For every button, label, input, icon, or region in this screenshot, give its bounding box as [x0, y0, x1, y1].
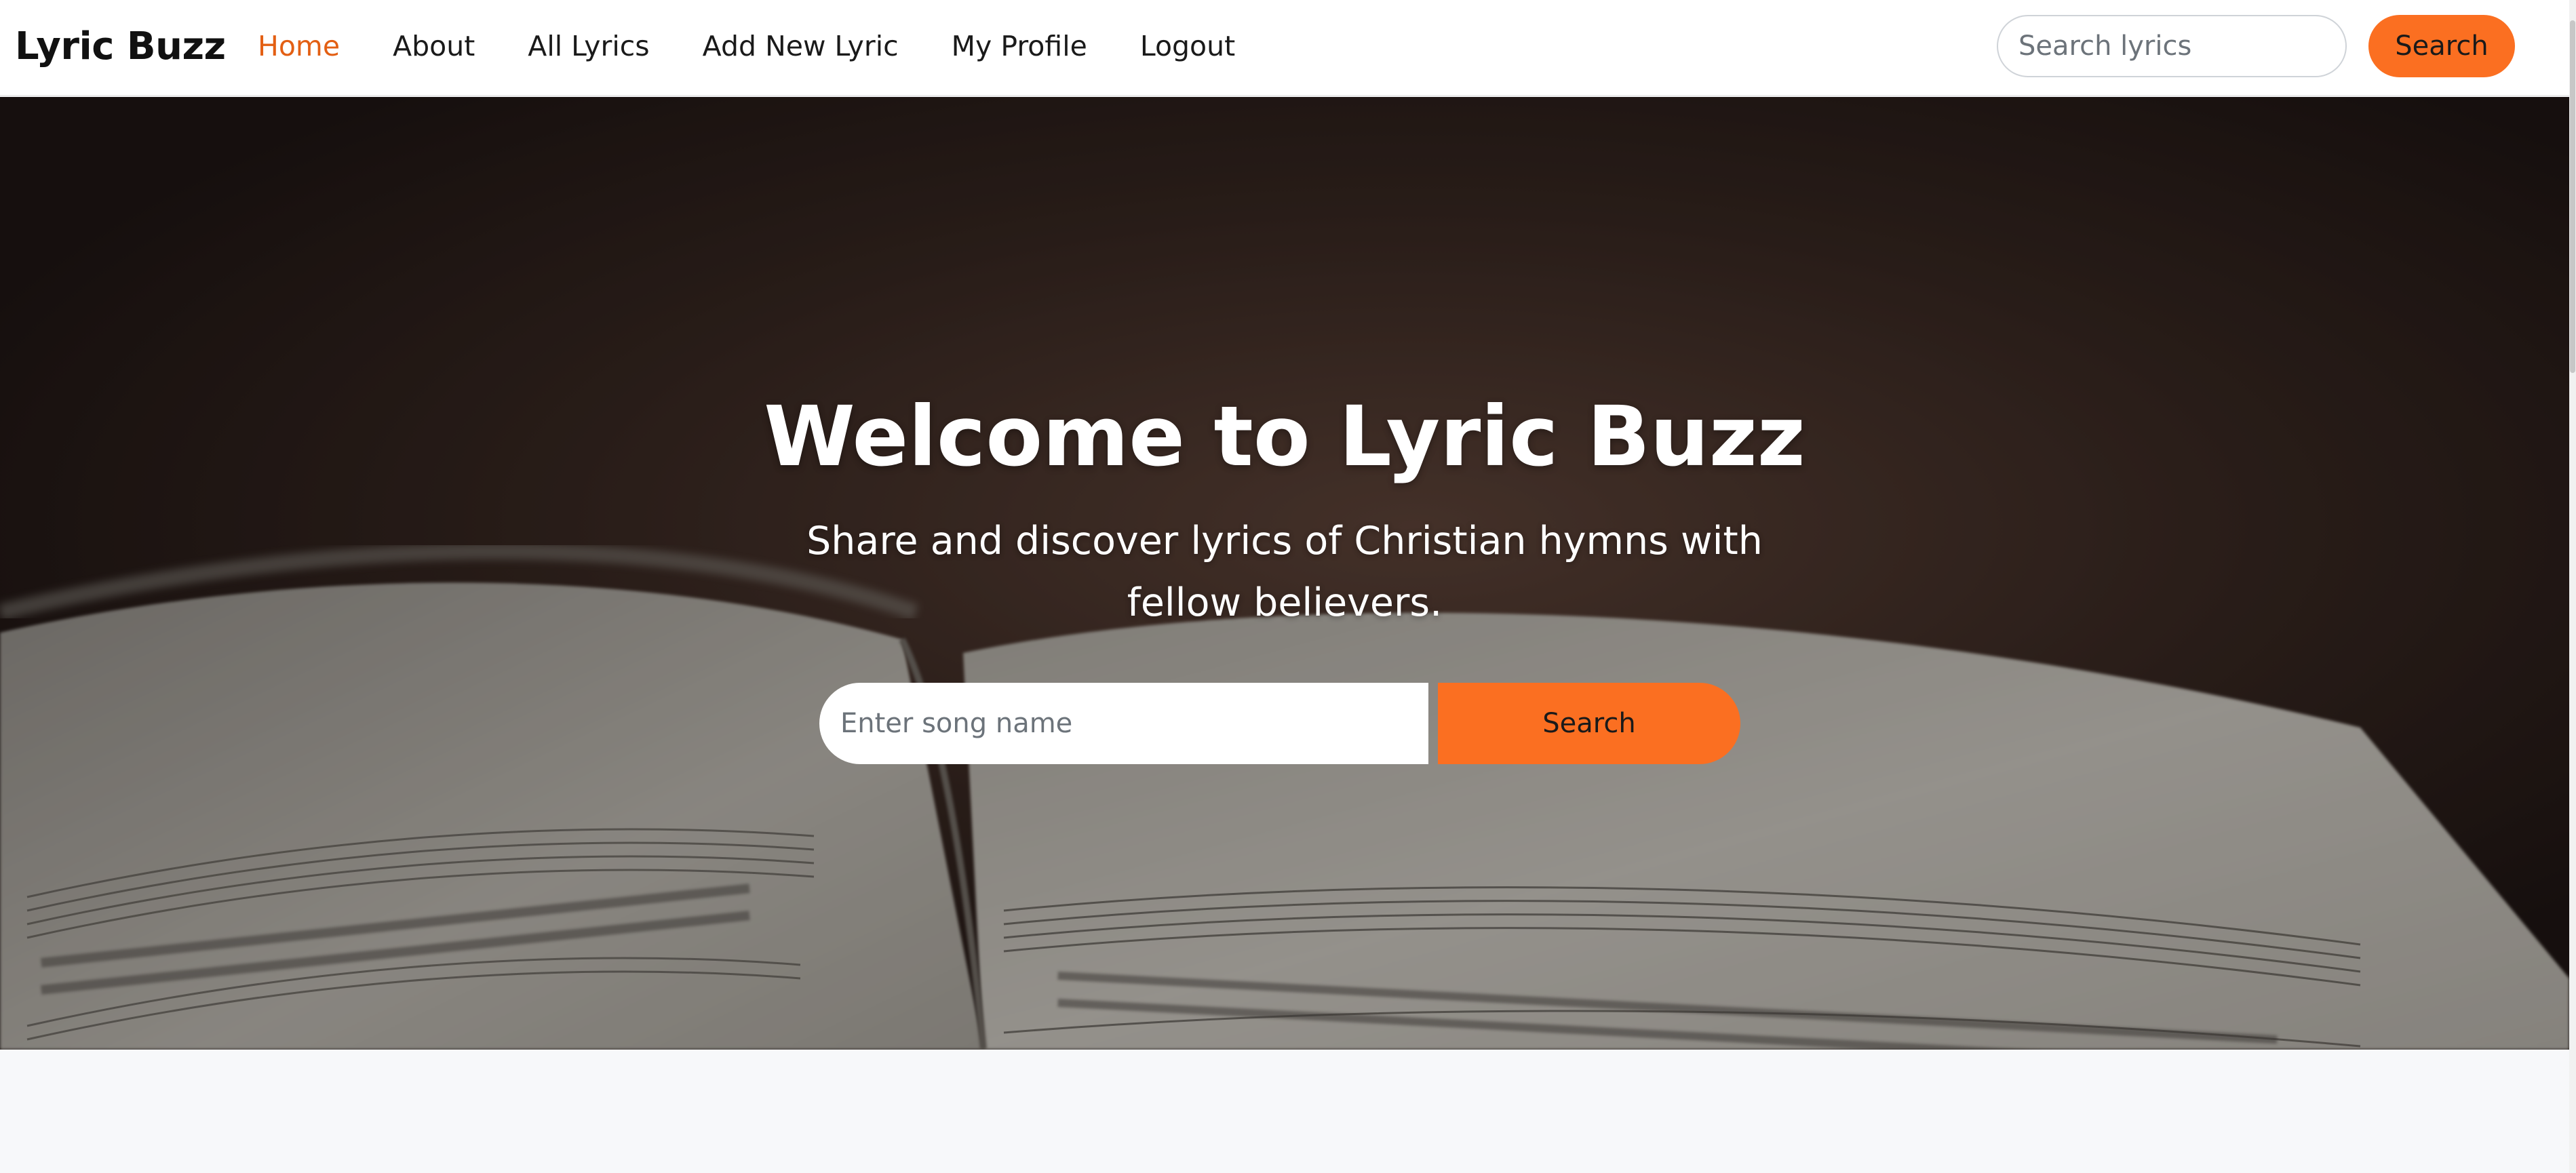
hero-search-form: Search: [819, 683, 1740, 764]
nav-link-home[interactable]: Home: [258, 30, 340, 62]
nav-link-my-profile[interactable]: My Profile: [952, 30, 1087, 62]
page-scrollbar[interactable]: [2569, 0, 2576, 1173]
nav-link-add-new-lyric[interactable]: Add New Lyric: [703, 30, 899, 62]
hero-title: Welcome to Lyric Buzz: [764, 389, 1806, 485]
content-area: [0, 1050, 2569, 1173]
nav-link-logout[interactable]: Logout: [1140, 30, 1235, 62]
hero-search-button[interactable]: Search: [1438, 683, 1740, 764]
nav-search-button[interactable]: Search: [2368, 15, 2515, 77]
hero-content: Welcome to Lyric Buzz Share and discover…: [0, 97, 2569, 1050]
navbar: Lyric Buzz Home About All Lyrics Add New…: [0, 0, 2576, 96]
brand-logo[interactable]: Lyric Buzz: [15, 24, 226, 68]
nav-search-input[interactable]: [1997, 15, 2347, 77]
nav-link-about[interactable]: About: [393, 30, 475, 62]
nav-link-all-lyrics[interactable]: All Lyrics: [528, 30, 649, 62]
hero-section: Welcome to Lyric Buzz Share and discover…: [0, 97, 2569, 1050]
scrollbar-thumb[interactable]: [2570, 20, 2575, 373]
nav-links: Home About All Lyrics Add New Lyric My P…: [258, 30, 1235, 62]
hero-subtitle: Share and discover lyrics of Christian h…: [806, 519, 1763, 625]
song-name-input[interactable]: [819, 683, 1428, 764]
